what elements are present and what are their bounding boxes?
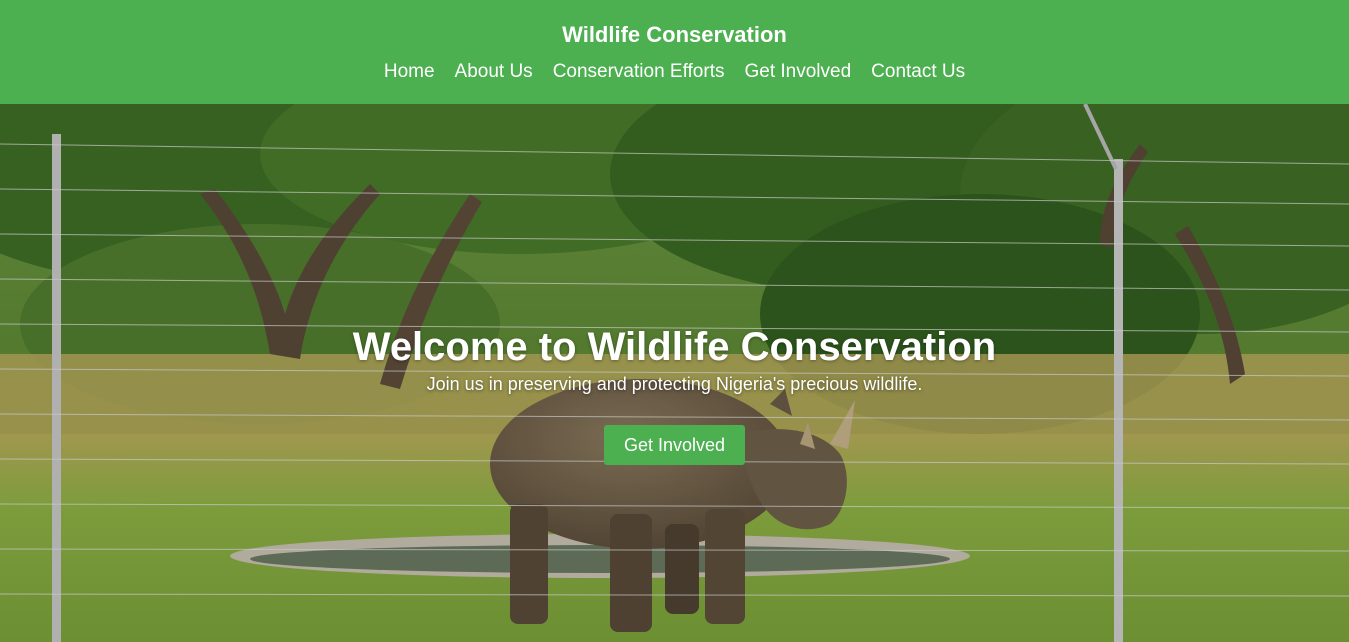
hero-subtitle: Join us in preserving and protecting Nig… — [426, 374, 923, 394]
nav-about-link[interactable]: About Us — [455, 58, 533, 86]
nav-contact-link[interactable]: Contact Us — [871, 58, 965, 86]
site-title: Wildlife Conservation — [562, 22, 787, 47]
hero-title: Welcome to Wildlife Conservation — [352, 325, 997, 369]
site-header: Wildlife Conservation Home About Us Cons… — [0, 0, 1349, 104]
nav-get-involved-link[interactable]: Get Involved — [744, 58, 851, 86]
hero-content: Welcome to Wildlife Conservation Join us… — [0, 324, 1349, 465]
hero-section: Welcome to Wildlife Conservation Join us… — [0, 104, 1349, 642]
nav-home-link[interactable]: Home — [384, 58, 435, 86]
nav-conservation-efforts-link[interactable]: Conservation Efforts — [553, 58, 725, 86]
main-nav: Home About Us Conservation Efforts Get I… — [0, 58, 1349, 86]
get-involved-button[interactable]: Get Involved — [603, 425, 746, 465]
